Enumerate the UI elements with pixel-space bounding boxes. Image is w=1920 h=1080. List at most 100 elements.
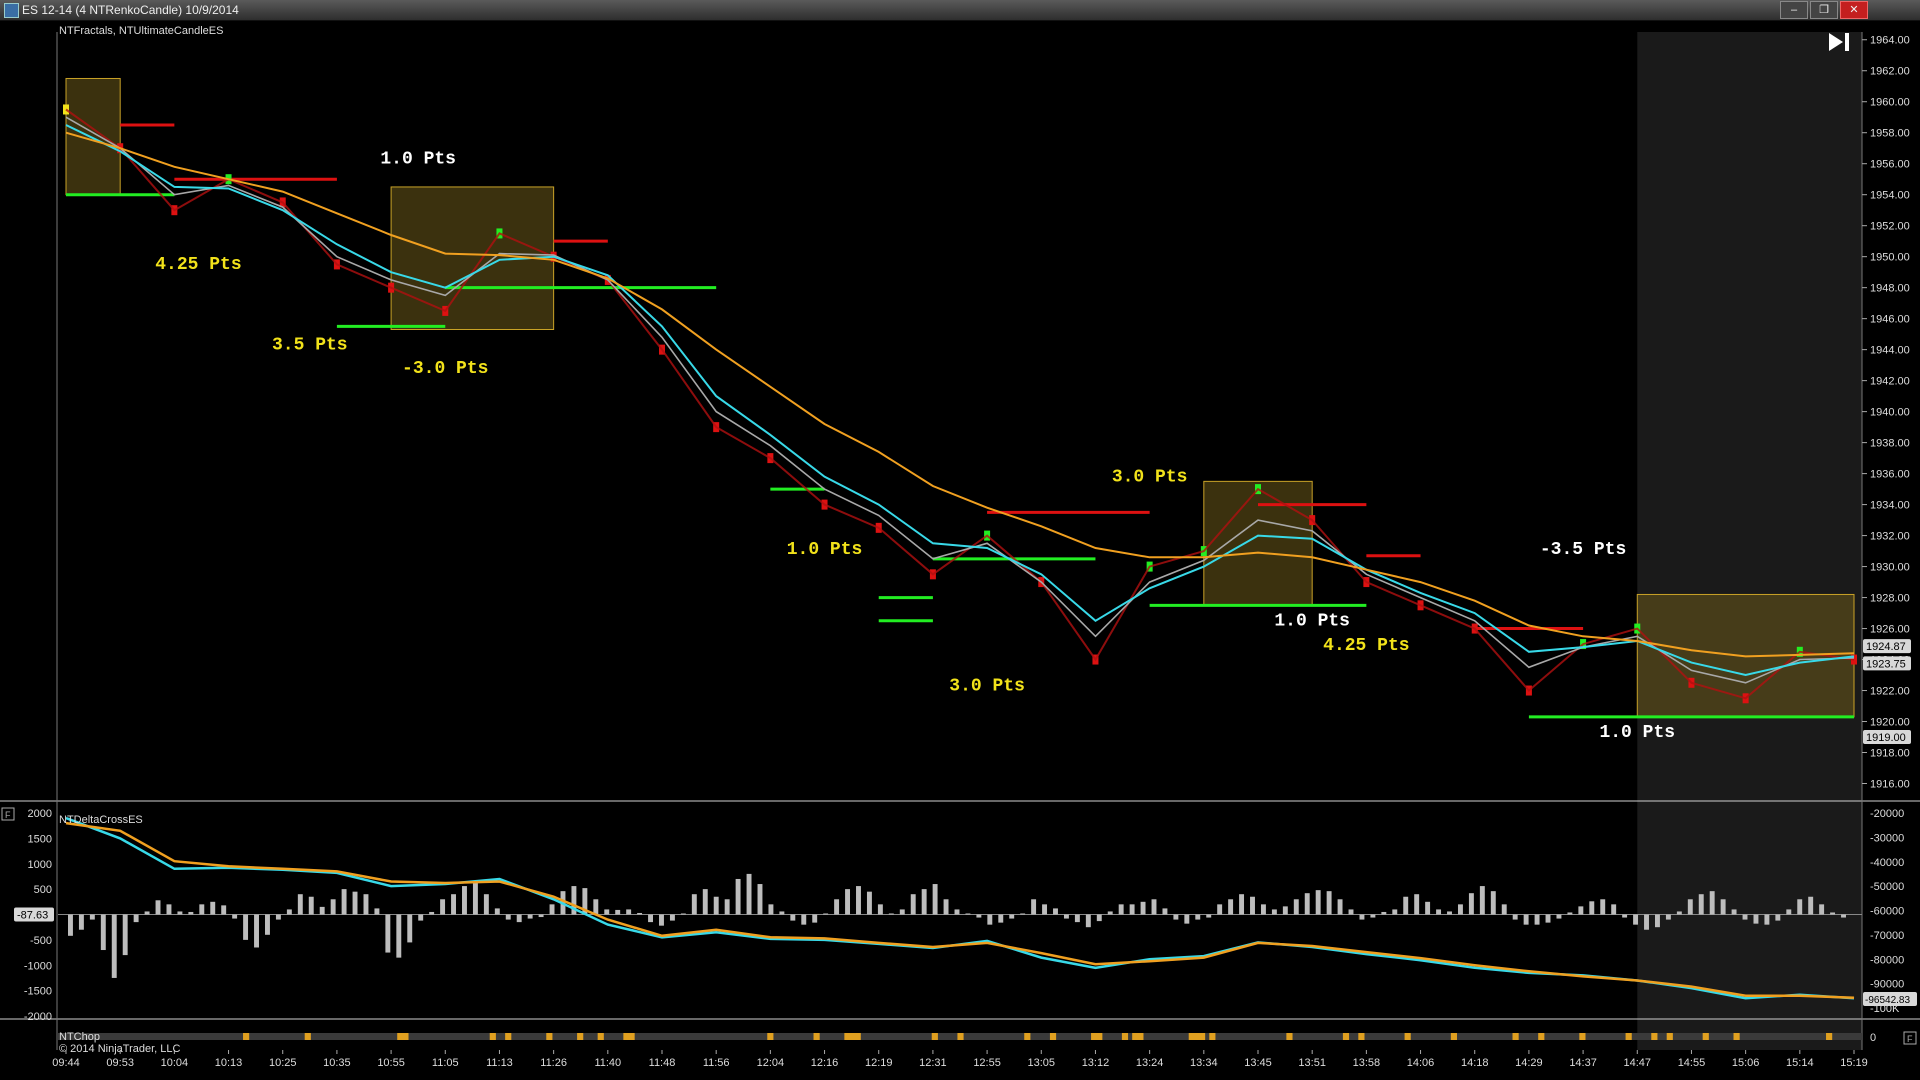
chop-flag	[1651, 1033, 1658, 1040]
delta-bar	[987, 914, 993, 925]
y-tick-label: 1942.00	[1870, 376, 1910, 388]
y-tick-label: 1950.00	[1870, 252, 1910, 264]
delta-bar	[1808, 896, 1814, 915]
delta-bar	[1797, 899, 1803, 915]
delta-bar	[265, 914, 270, 935]
delta-bar	[1775, 914, 1781, 921]
delta-bar	[199, 904, 205, 915]
delta-bar	[1436, 909, 1442, 915]
x-tick-label: 10:04	[161, 1057, 189, 1069]
chop-flag	[1358, 1033, 1365, 1040]
restore-button[interactable]: ❐	[1810, 1, 1838, 19]
price-marker-label: 1919.00	[1866, 732, 1906, 744]
delta-bar	[823, 913, 829, 915]
delta-bar	[1326, 891, 1332, 915]
delta-bar	[691, 894, 697, 915]
chop-flag	[505, 1033, 512, 1040]
trade-label: 3.0 Pts	[1112, 467, 1188, 487]
x-tick-label: 12:31	[919, 1057, 947, 1069]
delta-bar	[659, 914, 664, 926]
delta-bar	[1250, 896, 1255, 915]
delta-bar	[418, 914, 424, 921]
delta-bar	[856, 886, 861, 915]
delta-bar	[1042, 904, 1048, 915]
y-tick-label: 1926.00	[1870, 624, 1910, 636]
delta-bar	[352, 891, 358, 915]
delta-bar	[1764, 914, 1770, 925]
delta-bar	[297, 894, 303, 915]
delta-bar	[1665, 914, 1671, 920]
delta-right-tick: -60000	[1870, 906, 1904, 918]
delta-bar	[812, 914, 818, 923]
delta-bar	[1600, 899, 1606, 915]
delta-bar	[188, 911, 194, 915]
trade-label: 1.0 Pts	[787, 540, 863, 560]
x-tick-label: 15:19	[1840, 1057, 1868, 1069]
delta-bar	[527, 914, 533, 919]
delta-bar	[1337, 899, 1343, 915]
delta-bar	[122, 914, 128, 956]
delta-bar	[1206, 914, 1212, 918]
close-button[interactable]: ✕	[1840, 1, 1868, 19]
delta-bar	[1403, 896, 1409, 915]
delta-left-marker: -87.63	[17, 910, 48, 922]
chart-canvas[interactable]: 1.0 Pts 4.25 Pts 3.5 Pts -3.0 Pts 1.0 Pts 3.0…	[0, 20, 1920, 1080]
delta-bar	[702, 889, 708, 915]
chop-flag	[854, 1033, 861, 1040]
delta-bar	[1107, 911, 1113, 915]
delta-bar	[768, 904, 774, 915]
delta-bar	[472, 881, 478, 915]
delta-bar	[275, 914, 281, 920]
x-tick-label: 12:04	[757, 1057, 785, 1069]
delta-bar	[243, 914, 249, 940]
delta-bar	[396, 914, 402, 958]
delta-bar	[538, 914, 544, 918]
y-tick-label: 1952.00	[1870, 221, 1910, 233]
delta-panel-menu-icon[interactable]: F	[1, 807, 15, 821]
delta-bar	[615, 909, 621, 915]
x-tick-label: 10:13	[215, 1057, 243, 1069]
delta-bar	[494, 908, 500, 915]
chop-panel-menu-icon[interactable]: F	[1903, 1031, 1917, 1045]
delta-bar	[834, 899, 840, 915]
chop-flag	[1450, 1033, 1457, 1040]
x-tick-label: 11:05	[432, 1057, 459, 1069]
delta-left-tick: 1000	[28, 859, 52, 871]
chop-flag	[813, 1033, 820, 1040]
delta-bar	[1031, 899, 1037, 915]
delta-bar	[1315, 890, 1321, 915]
x-tick-label: 10:55	[377, 1057, 405, 1069]
delta-bar	[1479, 886, 1485, 915]
y-tick-label: 1932.00	[1870, 531, 1910, 543]
y-tick-label: 1920.00	[1870, 717, 1910, 729]
chop-flag	[597, 1033, 604, 1040]
delta-bar	[1830, 912, 1836, 915]
trade-label: -3.0 Pts	[402, 359, 488, 379]
delta-right-tick: -50000	[1870, 881, 1904, 893]
y-tick-label: 1940.00	[1870, 407, 1910, 419]
delta-bar	[1271, 909, 1277, 915]
delta-bar	[1698, 894, 1704, 915]
delta-bar	[1096, 914, 1102, 922]
chop-flag	[1286, 1033, 1293, 1040]
y-tick-label: 1936.00	[1870, 469, 1910, 481]
y-tick-label: 1944.00	[1870, 345, 1910, 357]
delta-bar	[1063, 914, 1069, 919]
delta-bar	[1184, 914, 1190, 924]
trade-annotations: 1.0 Pts 4.25 Pts 3.5 Pts -3.0 Pts 1.0 Pts 3.0…	[155, 150, 1675, 743]
delta-left-tick: -500	[30, 935, 52, 947]
range-box	[1203, 480, 1313, 606]
delta-bar	[1523, 914, 1529, 925]
delta-bar	[1742, 914, 1748, 920]
delta-bar	[1053, 908, 1058, 915]
delta-bar	[735, 878, 741, 915]
delta-bar	[1622, 914, 1628, 918]
delta-bar	[1304, 893, 1310, 915]
cyan-ma-line	[65, 124, 1855, 677]
delta-bar	[790, 914, 796, 921]
delta-bar	[1140, 901, 1146, 915]
range-boxes	[65, 77, 1855, 718]
minimize-button[interactable]: –	[1780, 1, 1808, 19]
delta-bar	[68, 914, 73, 936]
delta-indicator-label: NTDeltaCrossES	[59, 814, 143, 826]
